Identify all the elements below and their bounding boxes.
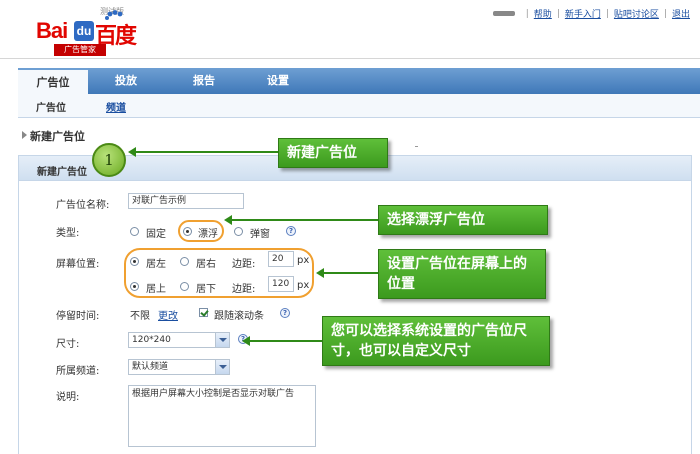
stay-value: 不限 <box>130 311 150 322</box>
stay-help-icon[interactable]: ? <box>280 308 290 318</box>
margin-h-label: 边距: <box>232 259 256 270</box>
subtab-channels[interactable]: 频道 <box>106 99 126 114</box>
margin-h-unit: px <box>297 255 310 266</box>
type-popup-radio[interactable] <box>234 227 243 236</box>
sub-nav: 广告位 频道 <box>18 94 700 118</box>
position-label: 屏幕位置: <box>56 259 100 270</box>
type-help-icon[interactable]: ? <box>286 226 296 236</box>
arrow-4-line <box>248 340 322 342</box>
size-dropdown-icon[interactable] <box>215 333 229 347</box>
header-divider <box>0 58 700 59</box>
pos-right-label: 居右 <box>196 259 216 270</box>
subtab-ad-slots[interactable]: 广告位 <box>36 99 66 114</box>
callout-position: 设置广告位在屏幕上的位置 <box>378 249 546 299</box>
follow-scroll-label: 跟随滚动条 <box>214 311 264 322</box>
arrow-2-head <box>224 215 232 225</box>
top-links: | 帮助 | 新手入门 | 贴吧讨论区 | 退出 <box>492 7 690 20</box>
type-popup-label: 弹窗 <box>250 229 270 240</box>
size-label: 尺寸: <box>56 339 80 350</box>
section-title: 新建广告位 <box>22 130 85 143</box>
type-label: 类型: <box>56 228 80 239</box>
help-link[interactable]: 帮助 <box>534 7 552 20</box>
change-link[interactable]: 更改 <box>158 307 178 322</box>
arrow-4-head <box>242 336 250 346</box>
baidu-logo: 测试版 Bai du 百度 广告管家 <box>36 4 146 56</box>
getting-started-link[interactable]: 新手入门 <box>565 7 601 20</box>
logo-subtitle: 广告管家 <box>54 44 106 56</box>
channel-select[interactable]: 默认频道 <box>128 359 230 375</box>
tab-placement[interactable]: 投放 <box>98 68 154 94</box>
margin-v-unit: px <box>297 280 310 291</box>
margin-h-input[interactable]: 20 <box>268 251 294 267</box>
step-number-badge: 1 <box>92 143 126 177</box>
pos-left-label: 居左 <box>146 259 166 270</box>
arrow-1-head <box>128 147 136 157</box>
arrow-3-line <box>322 272 378 274</box>
tab-ad-slots[interactable]: 广告位 <box>18 68 88 94</box>
tab-settings[interactable]: 设置 <box>250 68 306 94</box>
type-fixed-label: 固定 <box>146 229 166 240</box>
divider-mark <box>415 146 418 147</box>
desc-textarea[interactable]: 根据用户屏幕大小控制是否显示对联广告 <box>128 385 316 447</box>
margin-v-label: 边距: <box>232 284 256 295</box>
logout-link[interactable]: 退出 <box>672 7 690 20</box>
channel-value: 默认频道 <box>132 362 169 372</box>
arrow-3-head <box>316 268 324 278</box>
size-value: 120*240 <box>132 335 171 345</box>
type-fixed-radio[interactable] <box>130 227 139 236</box>
username-redacted <box>492 11 515 16</box>
arrow-1-line <box>134 151 278 153</box>
channel-dropdown-icon[interactable] <box>215 360 229 374</box>
name-input[interactable]: 对联广告示例 <box>128 193 244 209</box>
pos-right-radio[interactable] <box>180 257 189 266</box>
margin-v-input[interactable]: 120 <box>268 276 294 292</box>
tab-reports[interactable]: 报告 <box>176 68 232 94</box>
pos-left-radio[interactable] <box>130 257 139 266</box>
arrow-2-line <box>230 219 378 221</box>
pos-top-label: 居上 <box>146 284 166 295</box>
main-nav: 广告位 投放 报告 设置 <box>18 68 700 94</box>
pos-bottom-label: 居下 <box>196 284 216 295</box>
desc-label: 说明: <box>56 392 80 403</box>
logo-text-du: du <box>74 21 94 41</box>
callout-new-slot: 新建广告位 <box>278 138 388 168</box>
type-float-radio[interactable] <box>183 227 192 236</box>
pos-bottom-radio[interactable] <box>180 282 189 291</box>
forum-link[interactable]: 贴吧讨论区 <box>614 7 659 20</box>
name-label: 广告位名称: <box>56 200 110 211</box>
panel-title: 新建广告位 <box>37 167 87 178</box>
form-panel <box>18 155 692 454</box>
callout-float: 选择漂浮广告位 <box>378 205 548 235</box>
pos-top-radio[interactable] <box>130 282 139 291</box>
follow-scroll-checkbox[interactable] <box>199 308 208 317</box>
channel-label: 所属频道: <box>56 366 100 377</box>
size-select[interactable]: 120*240 <box>128 332 230 348</box>
callout-size: 您可以选择系统设置的广告位尺寸，也可以自定义尺寸 <box>322 316 550 366</box>
logo-text-bai: Bai <box>36 18 68 43</box>
type-float-label: 漂浮 <box>198 229 218 240</box>
stay-label: 停留时间: <box>56 311 100 322</box>
